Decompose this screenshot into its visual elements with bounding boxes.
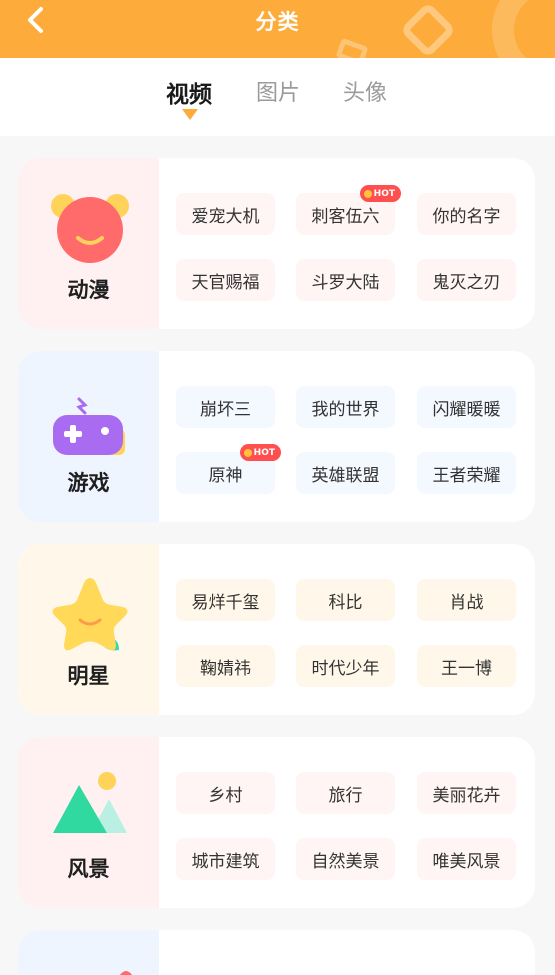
- tag-button[interactable]: 王一博: [417, 645, 516, 687]
- star-icon: [52, 578, 128, 651]
- category-header-anime[interactable]: 动漫: [18, 158, 159, 329]
- active-tab-indicator: [182, 109, 198, 120]
- tab-avatar[interactable]: 头像: [343, 75, 387, 107]
- hot-badge-label: HOT: [253, 447, 275, 458]
- tag-label: 旅行: [328, 785, 363, 806]
- tag-label: 美丽花卉: [432, 785, 501, 806]
- tag-label: 城市建筑: [191, 851, 260, 872]
- category-icon-partial: [119, 971, 133, 975]
- hot-badge: HOT: [359, 185, 401, 202]
- category-card-star: 明星 易烊千玺 科比 肖战 鞠婧祎 时代少年 王一博: [18, 544, 535, 715]
- tag-label: 鬼灭之刃: [432, 272, 501, 293]
- category-label: 游戏: [67, 471, 110, 495]
- tag-button[interactable]: 肖战: [417, 579, 516, 621]
- tag-button[interactable]: 天官赐福: [176, 259, 275, 301]
- tab-bar: 视频 图片 头像: [0, 58, 555, 136]
- tag-label: 自然美景: [311, 851, 380, 872]
- tag-label: 肖战: [449, 592, 484, 613]
- category-card-anime: 动漫 爱宠大机 刺客伍六 HOT 你的名字 天官赐福 斗罗大陆 鬼灭之刃: [18, 158, 535, 329]
- tag-label: 我的世界: [311, 399, 380, 420]
- tag-button[interactable]: 闪耀暖暖: [417, 386, 516, 428]
- tab-image[interactable]: 图片: [256, 75, 300, 107]
- category-header-game[interactable]: 游戏: [18, 351, 159, 522]
- tag-button[interactable]: 美丽花卉: [417, 772, 516, 814]
- mountain-sun-icon: [53, 772, 127, 833]
- category-header-partial[interactable]: [18, 930, 159, 975]
- tag-label: 易烊千玺: [191, 592, 260, 613]
- tag-button[interactable]: 乡村: [176, 772, 275, 814]
- tag-button[interactable]: 你的名字: [417, 193, 516, 235]
- tab-video[interactable]: 视频: [166, 75, 212, 109]
- tag-label: 天官赐福: [191, 272, 260, 293]
- tag-button[interactable]: 鬼灭之刃: [417, 259, 516, 301]
- page-title: 分类: [255, 10, 300, 34]
- tag-button[interactable]: 科比: [296, 579, 395, 621]
- tag-button[interactable]: 易烊千玺: [176, 579, 275, 621]
- tag-button[interactable]: 时代少年: [296, 645, 395, 687]
- tag-label: 唯美风景: [432, 851, 501, 872]
- tag-label: 闪耀暖暖: [432, 399, 501, 420]
- tag-button[interactable]: 鞠婧祎: [176, 645, 275, 687]
- category-card-scenery: 风景 乡村 旅行 美丽花卉 城市建筑 自然美景 唯美风景: [18, 737, 535, 908]
- tag-label: 英雄联盟: [311, 465, 380, 486]
- tag-label: 崩坏三: [200, 399, 251, 420]
- tag-button[interactable]: 原神 HOT: [176, 444, 281, 494]
- category-card-partial: [18, 930, 535, 975]
- category-label: 动漫: [67, 278, 110, 302]
- flame-icon: [363, 189, 372, 198]
- hot-badge: HOT: [239, 444, 281, 461]
- tag-button[interactable]: 旅行: [296, 772, 395, 814]
- tag-label: 时代少年: [311, 658, 380, 679]
- tag-button[interactable]: 王者荣耀: [417, 452, 516, 494]
- gamepad-icon: [53, 397, 125, 455]
- tag-label: 王一博: [441, 658, 492, 679]
- hot-badge-label: HOT: [373, 188, 395, 199]
- tag-button[interactable]: 我的世界: [296, 386, 395, 428]
- tag-button[interactable]: 唯美风景: [417, 838, 516, 880]
- category-card-game: 游戏 崩坏三 我的世界 闪耀暖暖 原神 HOT 英雄联盟 王者荣耀: [18, 351, 535, 522]
- tag-label: 乡村: [208, 785, 243, 806]
- tag-label: 你的名字: [432, 206, 501, 227]
- tag-button[interactable]: 崩坏三: [176, 386, 275, 428]
- tag-label: 原神: [208, 465, 243, 486]
- tag-label: 斗罗大陆: [311, 272, 380, 293]
- flame-icon: [243, 448, 252, 457]
- tag-label: 科比: [328, 592, 363, 613]
- tag-button[interactable]: 城市建筑: [176, 838, 275, 880]
- tag-label: 刺客伍六: [311, 206, 380, 227]
- tag-button[interactable]: 爱宠大机: [176, 193, 275, 235]
- tag-button[interactable]: 英雄联盟: [296, 452, 395, 494]
- tag-button[interactable]: 自然美景: [296, 838, 395, 880]
- category-header-star[interactable]: 明星: [18, 544, 159, 715]
- category-label: 明星: [67, 664, 110, 688]
- decorative-shape: [335, 37, 369, 58]
- tag-label: 王者荣耀: [432, 465, 501, 486]
- top-bar: 分类: [0, 0, 555, 58]
- category-label: 风景: [67, 857, 110, 881]
- tag-button[interactable]: 刺客伍六 HOT: [296, 185, 401, 235]
- tag-button[interactable]: 斗罗大陆: [296, 259, 395, 301]
- category-header-scenery[interactable]: 风景: [18, 737, 159, 908]
- tag-label: 鞠婧祎: [200, 658, 251, 679]
- bear-face-icon: [51, 194, 129, 263]
- tag-label: 爱宠大机: [191, 206, 260, 227]
